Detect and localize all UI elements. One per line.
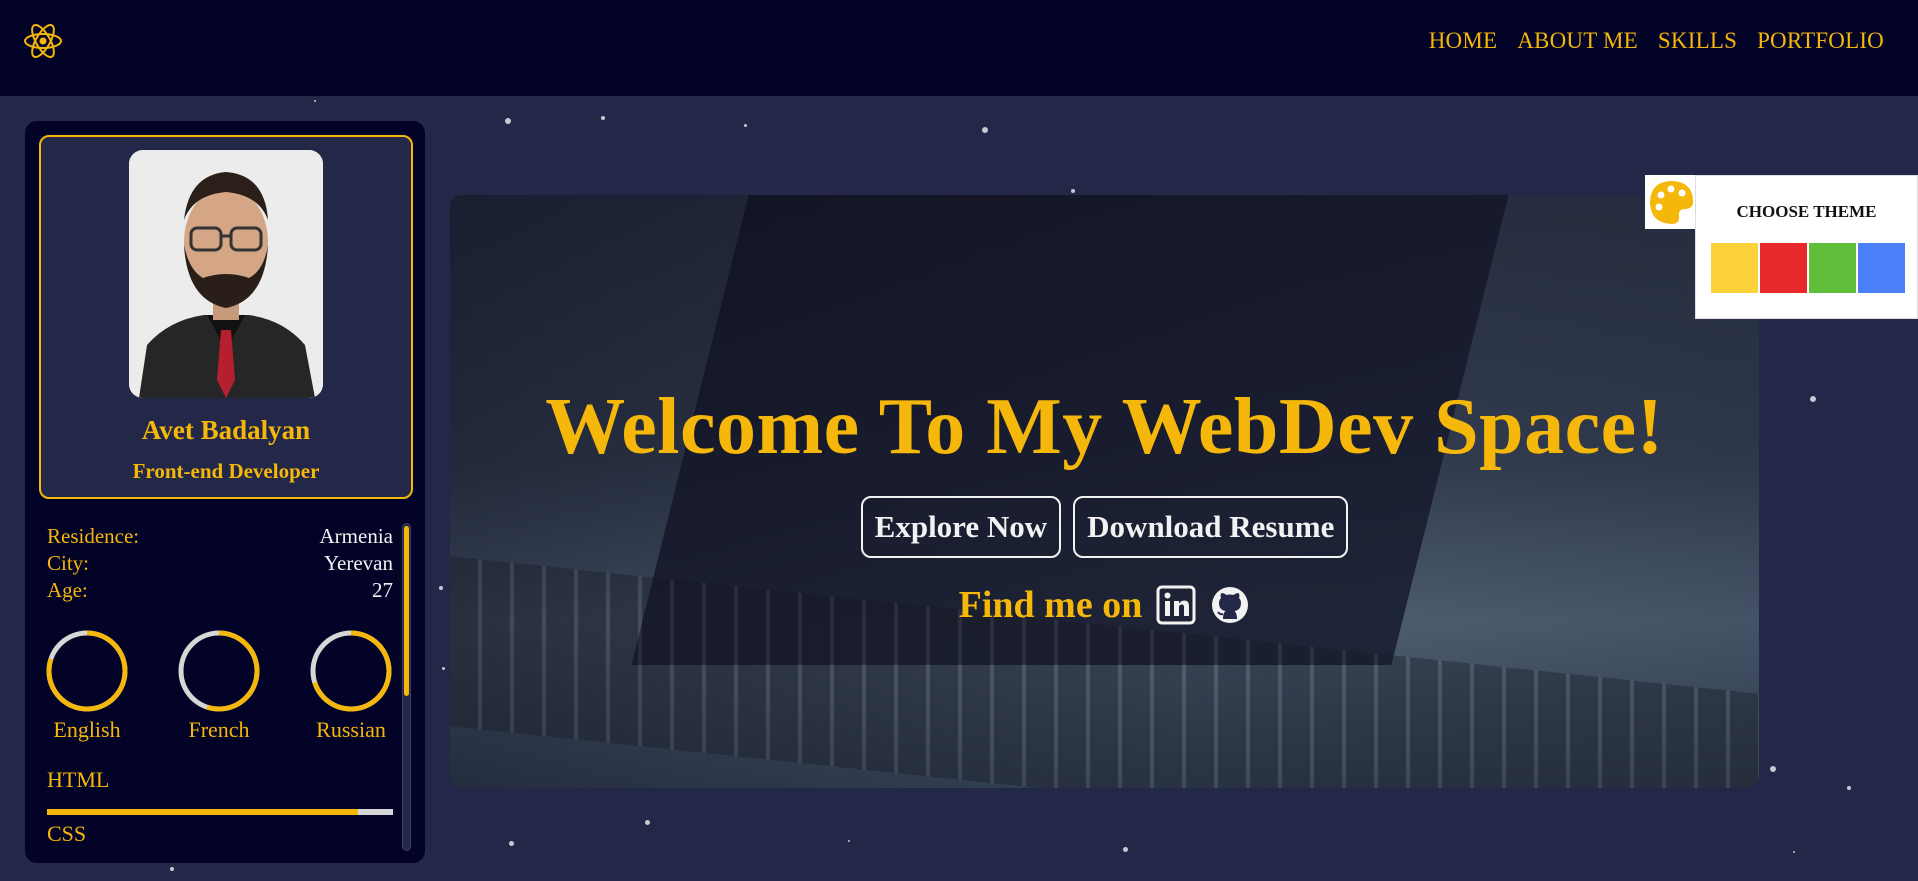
star-dot xyxy=(744,124,747,127)
download-resume-button[interactable]: Download Resume xyxy=(1073,496,1349,558)
star-dot xyxy=(1793,851,1795,853)
nav-skills[interactable]: SKILLS xyxy=(1658,28,1737,54)
profile-name: Avet Badalyan xyxy=(141,415,311,445)
language-ring xyxy=(46,630,128,712)
hero-banner: Welcome To My WebDev Space! Explore Now … xyxy=(450,195,1759,788)
linkedin-icon[interactable] xyxy=(1156,585,1196,625)
react-atom-icon[interactable] xyxy=(22,20,64,62)
info-label: Residence: xyxy=(47,524,140,548)
sidebar-scrollbar[interactable] xyxy=(402,523,411,851)
star-dot xyxy=(1847,786,1851,790)
star-dot xyxy=(439,586,443,590)
language-label: French xyxy=(188,717,250,742)
language-ring xyxy=(178,630,260,712)
language-english: English xyxy=(37,629,137,743)
hero-actions: Explore Now Download Resume xyxy=(450,496,1759,558)
personal-info: Residence: Armenia City: Yerevan Age: 27 xyxy=(47,524,393,605)
profile-role: Front-end Developer xyxy=(132,459,320,483)
star-dot xyxy=(982,127,988,133)
skill-fill xyxy=(47,809,359,815)
profile-photo xyxy=(129,150,323,398)
github-icon[interactable] xyxy=(1210,585,1250,625)
star-dot xyxy=(1810,396,1816,402)
language-rings: English French Russian xyxy=(46,629,393,749)
profile-card: Avet Badalyan Front-end Developer xyxy=(39,135,413,499)
theme-panel: CHOOSE THEME xyxy=(1695,175,1918,319)
info-value: Armenia xyxy=(319,524,393,548)
explore-now-button[interactable]: Explore Now xyxy=(860,496,1062,558)
theme-title: CHOOSE THEME xyxy=(1736,202,1877,221)
star-dot xyxy=(505,118,511,124)
info-value: 27 xyxy=(372,578,393,602)
top-header: HOME ABOUT ME SKILLS PORTFOLIO xyxy=(0,0,1918,96)
star-dot xyxy=(1071,189,1075,193)
theme-swatches xyxy=(1711,243,1905,293)
star-dot xyxy=(442,667,445,670)
info-label: City: xyxy=(47,551,90,575)
language-label: Russian xyxy=(316,717,386,742)
scrollbar-thumb[interactable] xyxy=(404,526,409,696)
star-dot xyxy=(601,116,605,120)
skill-label-css: CSS xyxy=(47,821,87,846)
star-dot xyxy=(645,820,650,825)
main-nav: HOME ABOUT ME SKILLS PORTFOLIO xyxy=(1429,28,1884,54)
palette-icon xyxy=(1650,181,1694,224)
palette-toggle-button[interactable] xyxy=(1645,175,1697,229)
info-row-city: City: Yerevan xyxy=(47,551,393,578)
profile-sidebar: Avet Badalyan Front-end Developer Reside… xyxy=(25,121,425,863)
star-dot xyxy=(1123,847,1128,852)
theme-swatch-red[interactable] xyxy=(1760,243,1807,293)
find-me-label: Find me on xyxy=(958,584,1143,626)
language-ring xyxy=(310,630,392,712)
info-value: Yerevan xyxy=(323,551,393,575)
language-label: English xyxy=(53,717,121,742)
hero-title: Welcome To My WebDev Space! xyxy=(545,383,1664,471)
star-dot xyxy=(509,841,514,846)
nav-home[interactable]: HOME xyxy=(1429,28,1498,54)
language-russian: Russian xyxy=(301,629,401,743)
nav-portfolio[interactable]: PORTFOLIO xyxy=(1757,28,1884,54)
info-label: Age: xyxy=(47,578,88,602)
skill-bar-html xyxy=(47,809,393,815)
star-dot xyxy=(1770,766,1776,772)
language-french: French xyxy=(169,629,269,743)
nav-about-me[interactable]: ABOUT ME xyxy=(1517,28,1638,54)
info-row-age: Age: 27 xyxy=(47,578,393,605)
skill-label-html: HTML xyxy=(47,767,110,792)
theme-swatch-yellow[interactable] xyxy=(1711,243,1758,293)
star-dot xyxy=(848,840,850,842)
info-row-residence: Residence: Armenia xyxy=(47,524,393,551)
social-links: Find me on xyxy=(450,583,1759,627)
theme-swatch-blue[interactable] xyxy=(1858,243,1905,293)
star-dot xyxy=(314,100,316,102)
star-dot xyxy=(170,867,174,871)
theme-swatch-green[interactable] xyxy=(1809,243,1856,293)
